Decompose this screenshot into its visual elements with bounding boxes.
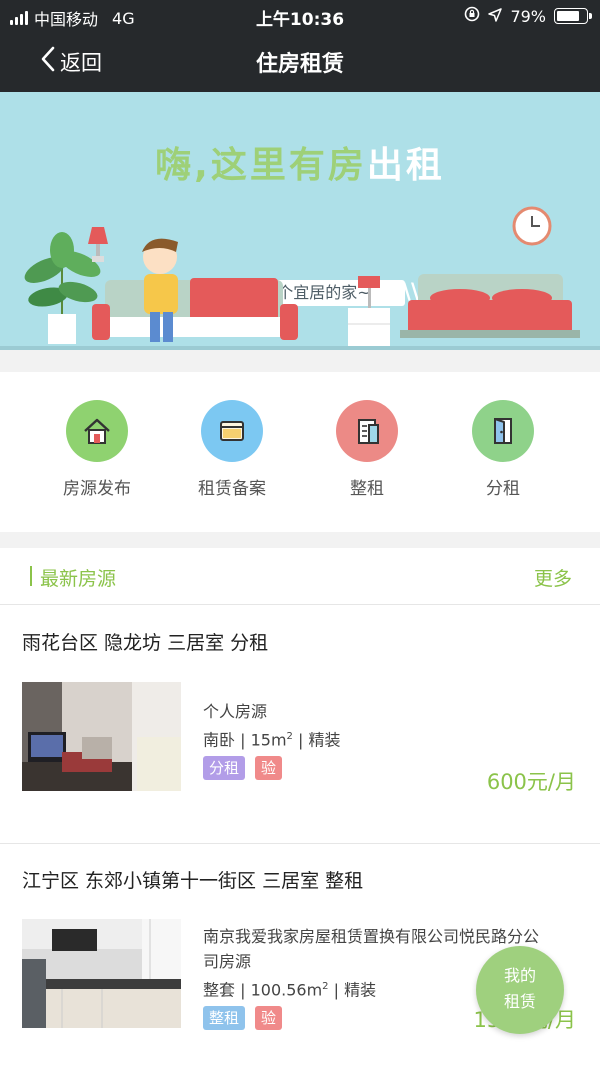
- section-accent-bar: [30, 566, 32, 586]
- tag-shared-rent: 分租: [203, 756, 246, 781]
- listing-specs: 南卧 | 15m2 | 精装: [203, 730, 341, 750]
- listing-card[interactable]: 雨花台区 隐龙坊 三居室 分租 个人房源 南卧 | 15m2 | 精装 分租 验: [0, 606, 600, 842]
- listing-decor: 精装: [308, 730, 341, 750]
- listing-area-unit-sup: 2: [322, 981, 329, 992]
- listing-source-line1: 南京我爱我家房屋租赁置换有限公司悦民路分公: [203, 927, 540, 946]
- tag-verified: 验: [255, 1006, 283, 1031]
- listing-title: 江宁区 东郊小镇第十一街区 三居室 整租: [22, 870, 364, 892]
- tag-whole-rent: 整租: [203, 1006, 246, 1031]
- wall-clock-illustration: [512, 206, 552, 246]
- rotation-lock-icon: [464, 6, 480, 26]
- listing-area: 15m: [250, 730, 287, 750]
- fab-line2: 租赁: [503, 992, 536, 1011]
- menu-item-label: 房源发布: [63, 479, 131, 499]
- side-table-illustration: [348, 276, 390, 348]
- my-rental-button[interactable]: 我的 租赁: [476, 946, 564, 1034]
- listing-room: 南卧: [203, 730, 236, 750]
- listing-tags: 分租 验: [203, 756, 340, 781]
- section-header: 最新房源 更多: [0, 548, 600, 605]
- feature-menu: 房源发布 租赁备案 整租 分租: [0, 372, 600, 532]
- location-arrow-icon: [488, 7, 503, 26]
- menu-item-whole-rent[interactable]: 整租: [307, 400, 427, 499]
- listing-info: 个人房源 南卧 | 15m2 | 精装 分租 验: [203, 699, 341, 781]
- banner-illustration: [24, 206, 580, 348]
- listing-decor: 精装: [344, 980, 377, 1000]
- plant-illustration: [24, 232, 101, 344]
- sofa-illustration: [92, 278, 298, 340]
- house-icon: [66, 400, 128, 462]
- listing-photo: [22, 919, 181, 1028]
- listing-area: 100.56m: [250, 980, 323, 1000]
- battery-percent: 79%: [510, 6, 546, 26]
- fab-line1: 我的: [503, 966, 536, 985]
- menu-item-publish[interactable]: 房源发布: [37, 400, 157, 499]
- door-icon: [472, 400, 534, 462]
- menu-item-label: 分租: [486, 479, 520, 499]
- listing-photo: [22, 682, 181, 791]
- listing-area-unit-sup: 2: [286, 731, 293, 742]
- status-bar: 中国移动 4G 上午10:36 79%: [0, 0, 600, 32]
- building-icon: [336, 400, 398, 462]
- listing-room: 整套: [203, 980, 236, 1000]
- listing-price: 600元/月: [486, 770, 576, 794]
- listing-title: 雨花台区 隐龙坊 三居室 分租: [22, 632, 269, 654]
- menu-item-shared-rent[interactable]: 分租: [443, 400, 563, 499]
- folder-icon: [201, 400, 263, 462]
- battery-icon: [554, 8, 592, 24]
- listing-source: 个人房源: [203, 702, 268, 721]
- wall-lamp-illustration: [88, 227, 108, 262]
- nav-bar: 返回 住房租赁: [0, 32, 600, 92]
- promo-banner[interactable]: 嗨,这里有房出租 \\ 给您一个宜居的家~ \\: [0, 92, 600, 350]
- menu-item-label: 租赁备案: [198, 479, 266, 499]
- menu-item-label: 整租: [350, 479, 384, 499]
- bed-illustration: [400, 274, 580, 338]
- more-link[interactable]: 更多: [534, 564, 572, 591]
- menu-item-lease-filing[interactable]: 租赁备案: [172, 400, 292, 499]
- tag-verified: 验: [255, 756, 283, 781]
- page-title: 住房租赁: [255, 52, 344, 77]
- section-title: 最新房源: [40, 568, 117, 590]
- status-right: 79%: [464, 6, 592, 26]
- banner-floor: [0, 346, 600, 350]
